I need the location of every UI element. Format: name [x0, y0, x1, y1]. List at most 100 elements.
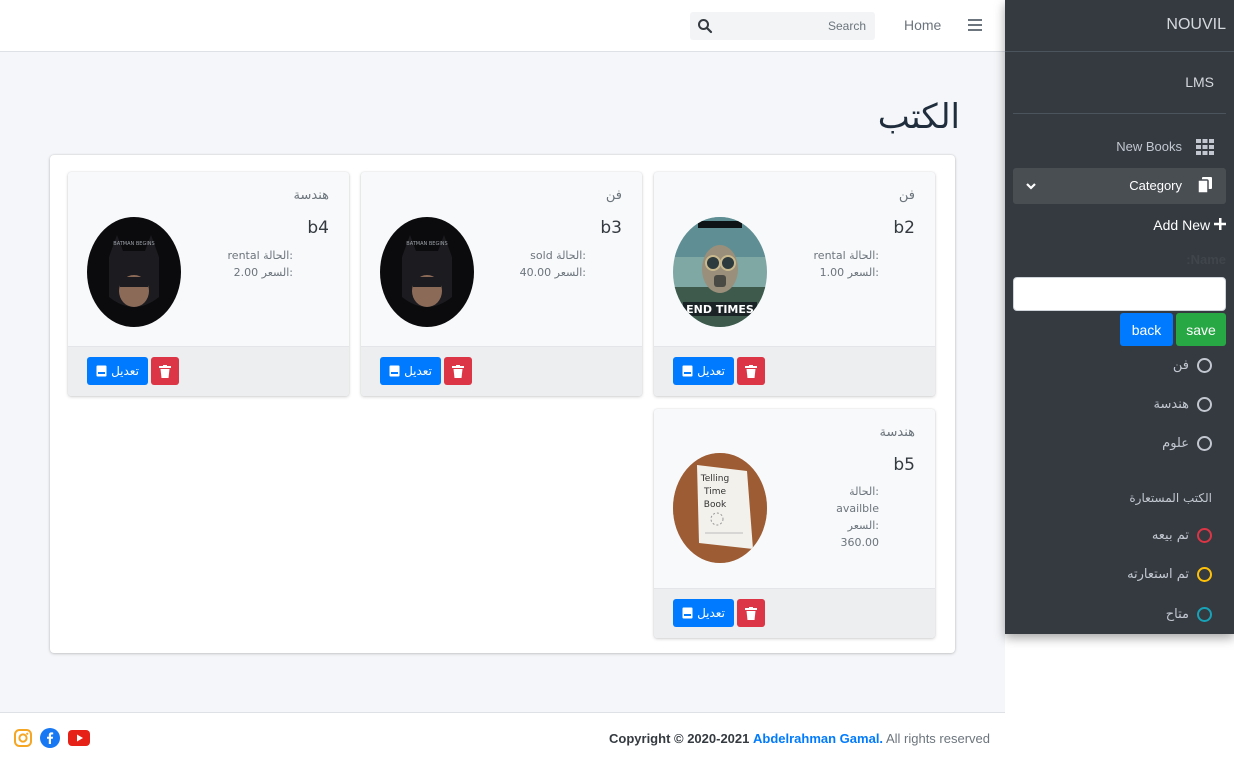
status-label: الحالة:	[849, 485, 879, 498]
delete-button[interactable]	[151, 357, 179, 385]
book-card: هندسة b5 الحالة: availble السعر: 360.00 …	[654, 409, 935, 638]
price-value: 1.00	[819, 266, 845, 279]
add-new-link[interactable]: Add New	[1153, 217, 1226, 233]
instagram-icon[interactable]	[14, 729, 32, 747]
author-link[interactable]: Abdelrahman Gamal.	[753, 731, 883, 746]
add-new-label: Add New	[1153, 217, 1211, 233]
radio-circle-icon	[1197, 357, 1212, 373]
edit-icon	[682, 365, 693, 377]
copyright-prefix: Copyright © 2020-2021	[609, 731, 750, 746]
category-option[interactable]: علوم	[1162, 431, 1212, 455]
grid-icon	[1196, 139, 1214, 155]
youtube-icon[interactable]	[68, 730, 90, 746]
status-filter-available[interactable]: متاح	[1166, 602, 1212, 626]
book-card: هندسة b4 rental الحالة: 2.00 السعر: BATM…	[68, 172, 349, 396]
plus-icon	[1214, 218, 1226, 230]
book-name: b3	[600, 218, 622, 238]
page-title: الكتب	[877, 97, 960, 137]
book-name: b4	[307, 218, 329, 238]
radio-circle-icon	[1197, 435, 1212, 451]
delete-button[interactable]	[737, 599, 765, 627]
brand-link[interactable]: NOUVIL	[1005, 0, 1234, 52]
price-label: السعر:	[554, 266, 586, 279]
chevron-down-icon	[1026, 183, 1036, 190]
end-times-cover: END TIMES	[673, 217, 767, 327]
svg-text:END TIMES: END TIMES	[686, 303, 754, 316]
books-panel: فن b2 rental الحالة: 1.00 السعر: END TIM…	[50, 155, 955, 653]
trash-icon	[452, 364, 464, 378]
name-label: :Name	[1186, 252, 1226, 267]
edit-button[interactable]: تعديل	[673, 357, 734, 385]
status-filter-label: متاح	[1165, 606, 1189, 622]
status-value: availble	[836, 502, 879, 515]
telling-time-book-cover: Telling Time Book	[673, 453, 767, 563]
edit-label: تعديل	[111, 364, 139, 378]
book-name: b5	[893, 455, 915, 475]
book-info: الحالة: availble السعر: 360.00	[836, 483, 879, 551]
category-option-label: هندسة	[1153, 396, 1189, 412]
book-card: فن b3 sold الحالة: 40.00 السعر: BATMAN B…	[361, 172, 642, 396]
edit-button[interactable]: تعديل	[87, 357, 148, 385]
status-value: rental	[813, 249, 846, 262]
card-footer: تعديل	[654, 588, 935, 638]
status-value: rental	[227, 249, 260, 262]
price-value: 360.00	[840, 536, 880, 549]
svg-text:BATMAN BEGINS: BATMAN BEGINS	[113, 241, 154, 247]
home-link[interactable]: Home	[904, 17, 941, 33]
book-category: فن	[605, 188, 622, 203]
social-links	[14, 728, 90, 748]
book-name: b2	[893, 218, 915, 238]
book-category: هندسة	[293, 188, 329, 203]
circle-icon	[1197, 527, 1212, 543]
book-info: rental الحالة: 2.00 السعر:	[228, 247, 293, 281]
status-label: الحالة:	[556, 249, 586, 262]
batman-cover: BATMAN BEGINS	[380, 217, 474, 327]
delete-button[interactable]	[737, 357, 765, 385]
main-content: الكتب فن b2 rental الحالة: 1.00 السعر: E…	[0, 52, 1005, 712]
edit-icon	[682, 607, 693, 619]
save-button[interactable]: save	[1176, 313, 1226, 346]
svg-text:Time: Time	[703, 487, 726, 497]
borrowed-books-header: الكتب المستعارة	[1129, 491, 1212, 505]
card-footer: تعديل	[68, 346, 349, 396]
edit-label: تعديل	[697, 606, 725, 620]
delete-button[interactable]	[444, 357, 472, 385]
book-info: rental الحالة: 1.00 السعر:	[814, 247, 879, 281]
facebook-icon[interactable]	[40, 728, 60, 748]
menu-toggle-icon[interactable]	[968, 17, 984, 33]
category-option[interactable]: هندسة	[1154, 392, 1212, 416]
user-name[interactable]: LMS	[1185, 74, 1214, 90]
trash-icon	[159, 364, 171, 378]
search-icon[interactable]	[697, 18, 713, 34]
status-filter-sold[interactable]: تم بيعه	[1152, 523, 1212, 547]
status-filter-label: تم بيعه	[1151, 527, 1189, 543]
copy-icon	[1197, 177, 1212, 193]
book-card: فن b2 rental الحالة: 1.00 السعر: END TIM…	[654, 172, 935, 396]
edit-button[interactable]: تعديل	[673, 599, 734, 627]
status-filter-rented[interactable]: تم استعارته	[1127, 562, 1212, 586]
category-option[interactable]: فن	[1173, 353, 1212, 377]
book-category: هندسة	[879, 425, 915, 440]
trash-icon	[745, 364, 757, 378]
nav-item-label: New Books	[1116, 139, 1182, 154]
svg-text:Book: Book	[704, 500, 727, 510]
category-name-input[interactable]	[1013, 277, 1226, 311]
back-button[interactable]: back	[1120, 313, 1173, 346]
trash-icon	[745, 606, 757, 620]
status-label: الحالة:	[263, 249, 293, 262]
nav-item-category[interactable]: Category	[1013, 168, 1226, 204]
search-input[interactable]	[718, 12, 868, 40]
edit-icon	[389, 365, 400, 377]
edit-button[interactable]: تعديل	[380, 357, 441, 385]
svg-text:Telling: Telling	[700, 474, 729, 484]
status-value: sold	[530, 249, 553, 262]
status-label: الحالة:	[849, 249, 879, 262]
circle-icon	[1197, 566, 1212, 582]
category-option-label: علوم	[1162, 435, 1189, 451]
edit-icon	[96, 365, 107, 377]
brand-text: NOUVIL	[1166, 16, 1226, 33]
price-value: 2.00	[233, 266, 259, 279]
batman-cover: BATMAN BEGINS	[87, 217, 181, 327]
category-option-label: فن	[1172, 357, 1189, 373]
nav-item-new-books[interactable]: New Books	[1013, 129, 1226, 165]
